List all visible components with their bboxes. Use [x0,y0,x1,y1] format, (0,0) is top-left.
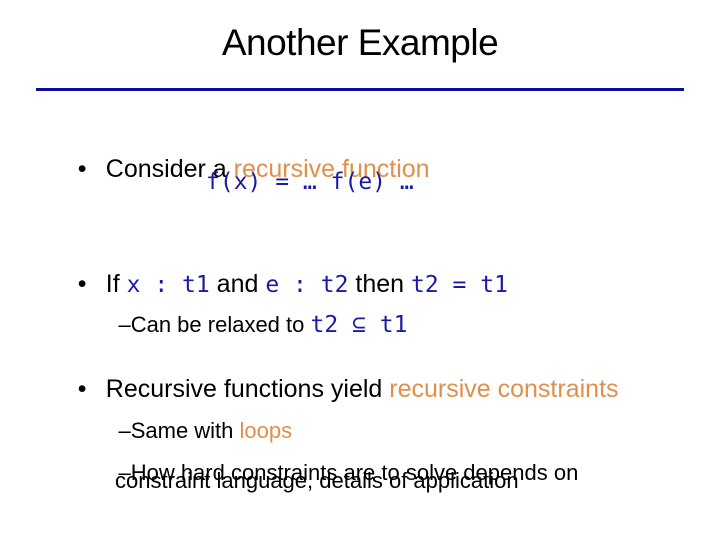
dash-marker: – [118,312,131,337]
sub-bullet-continuation: constraint language, details of applicat… [115,468,519,493]
sub-bullet-text: Can be relaxed to [130,312,311,337]
code-subset: t2 ⊆ t1 [310,312,408,338]
slide-title: Another Example [221,22,499,63]
accent-text: recursive constraints [389,375,619,403]
title-underline [36,88,684,91]
code-equality: t2 = t1 [411,272,508,298]
code-function-definition: f(x) = … f(e) … [206,169,414,195]
slide: Another Example • Consider a recursive fu… [0,0,720,540]
bullet-marker: • [77,155,87,183]
